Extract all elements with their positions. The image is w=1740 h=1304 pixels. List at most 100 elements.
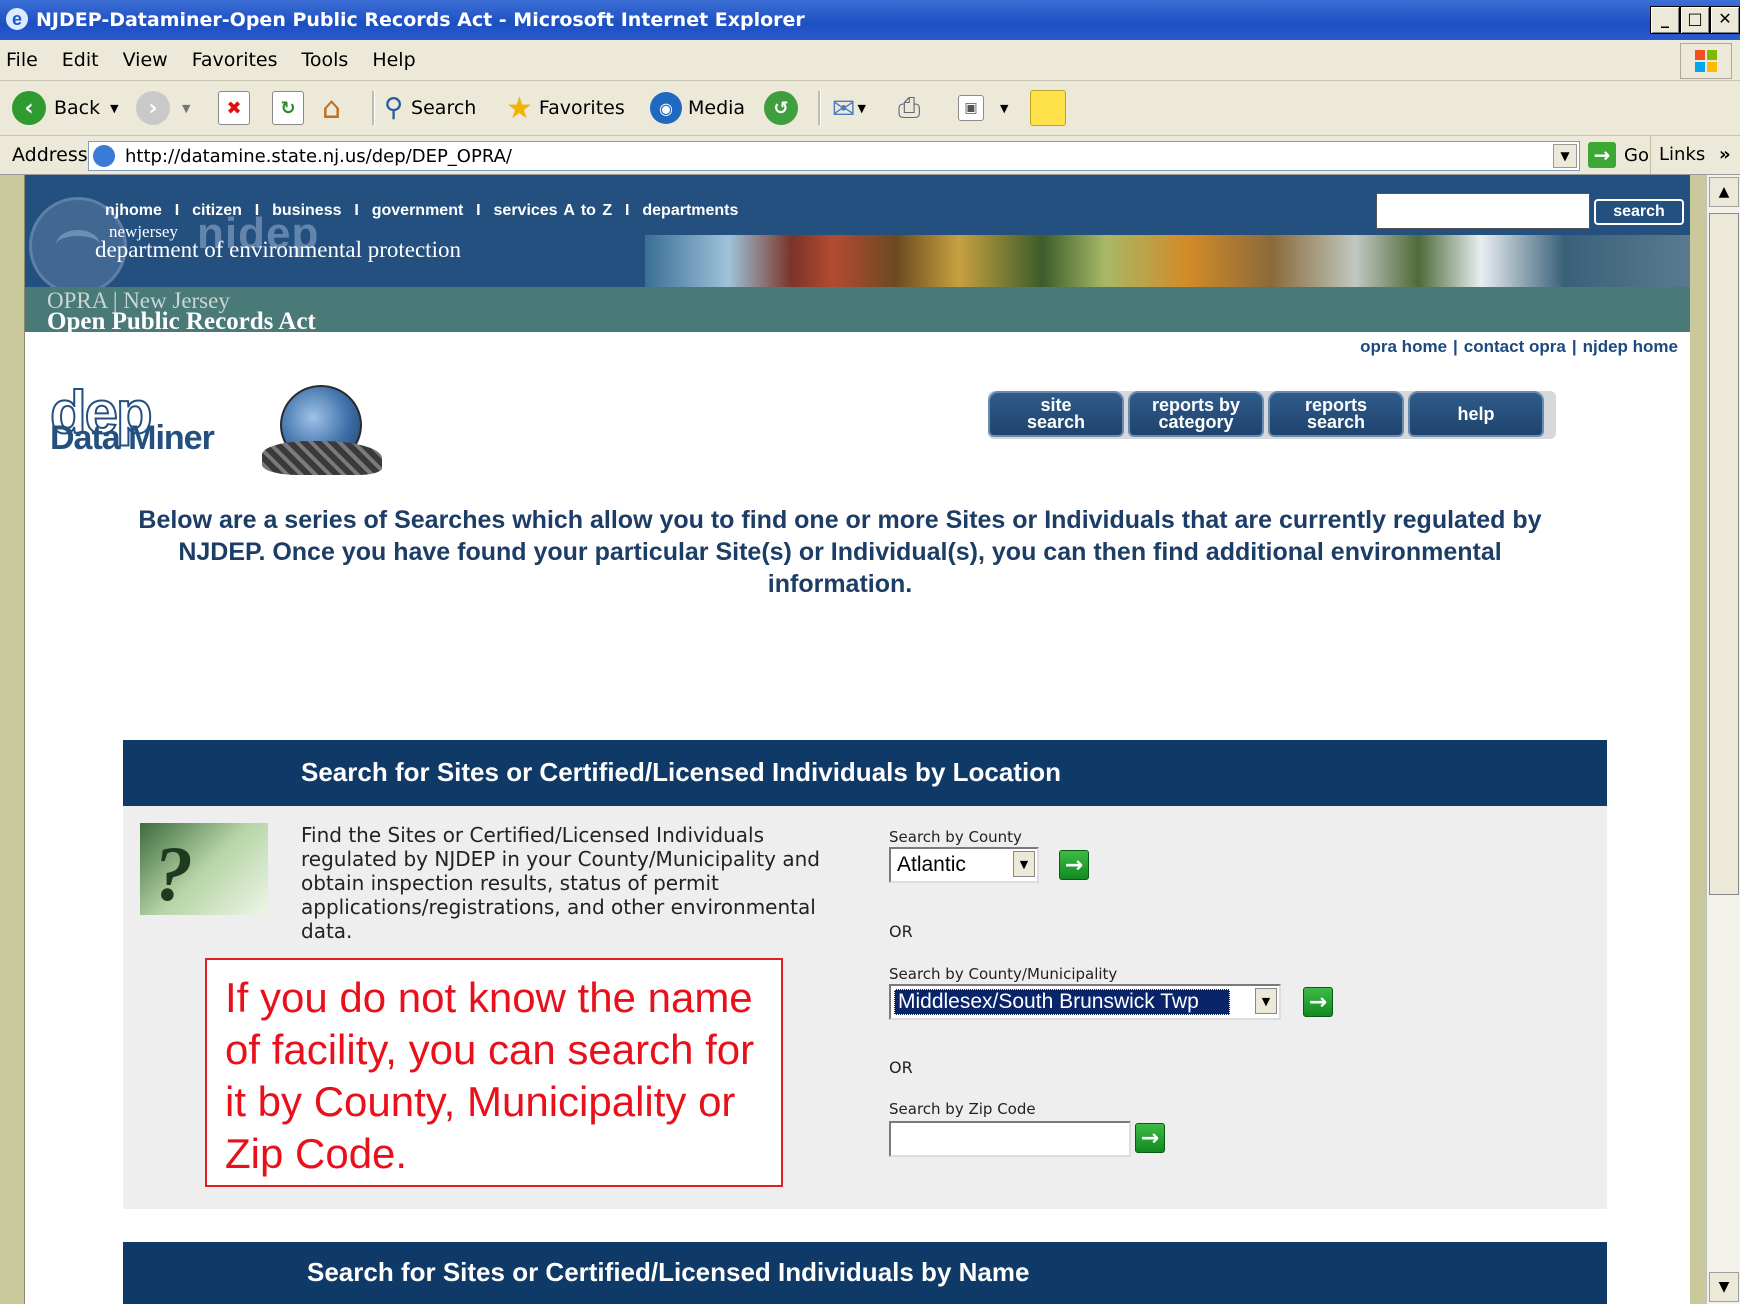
dataminer-logo: dep Data Miner [49,382,390,485]
chevron-down-icon: ▼ [1255,988,1277,1014]
forward-button[interactable]: › ▼ [136,88,190,128]
reports-by-category-button[interactable]: reports by category [1128,391,1264,437]
link-njdep-home[interactable]: njdep home [1583,337,1678,356]
search-button[interactable]: ⚲ Search [384,88,476,128]
toolbar-separator [372,91,375,125]
history-icon: ↺ [764,91,798,125]
media-label: Media [688,97,746,119]
print-icon: ⎙ [898,91,921,124]
note-icon [1030,90,1066,126]
page-icon [93,145,115,167]
vertical-scrollbar[interactable]: ▲ ▼ [1706,175,1740,1304]
links-more-icon: » [1718,144,1731,165]
page-content: njhome I citizen I business I government… [25,175,1690,1304]
forward-arrow-icon: › [136,91,170,125]
star-icon: ★ [506,90,533,126]
rocks-graphic [262,441,382,475]
history-button[interactable]: ↺ [764,88,798,128]
location-description: Find the Sites or Certified/Licensed Ind… [301,823,821,943]
zip-input[interactable] [889,1121,1131,1157]
search-icon: ⚲ [384,93,404,123]
question-arrow-icon: ? [140,823,268,917]
zip-label: Search by Zip Code [889,1100,1036,1118]
edit-button[interactable]: ▣ ▼ [958,88,1008,128]
county-select[interactable]: Atlantic ▼ [889,847,1039,883]
link-contact-opra[interactable]: contact opra [1464,337,1566,356]
menu-file[interactable]: File [0,40,50,80]
name-section-header: Search for Sites or Certified/Licensed I… [123,1242,1607,1304]
department-name: department of environmental protection [95,237,461,262]
home-button[interactable]: ⌂ [322,88,341,128]
page-frame-right [1690,175,1706,1304]
location-section-header: Search for Sites or Certified/Licensed I… [123,740,1607,806]
municipality-go-button[interactable]: → [1303,987,1333,1017]
site-search-button[interactable]: site search [988,391,1124,437]
go-button[interactable]: → Go [1588,142,1649,168]
menu-bar: File Edit View Favorites Tools Help [0,40,1740,81]
back-arrow-icon: ‹ [12,91,46,125]
go-arrow-icon: → [1588,142,1616,168]
edit-icon: ▣ [958,95,984,121]
back-button[interactable]: ‹ Back ▼ [12,88,119,128]
favorites-label: Favorites [538,97,625,119]
opra-title-line2: Open Public Records Act [47,308,316,335]
links-label: Links [1659,144,1706,165]
search-label: Search [411,97,477,119]
municipality-select[interactable]: Middlesex/South Brunswick Twp ▼ [889,984,1281,1020]
menu-help[interactable]: Help [360,40,427,80]
go-label: Go [1624,144,1649,166]
scroll-thumb[interactable] [1709,213,1739,895]
media-button[interactable]: ◉ Media [650,88,745,128]
county-go-button[interactable]: → [1059,850,1089,880]
close-button[interactable]: ✕ [1710,6,1740,34]
zip-go-button[interactable]: → [1135,1123,1165,1153]
windows-logo-icon [1680,43,1732,79]
refresh-button[interactable]: ↻ [272,88,304,128]
chevron-down-icon: ▼ [110,101,119,115]
notes-button[interactable] [1030,88,1066,128]
minimize-button[interactable]: _ [1650,6,1680,34]
address-url: http://datamine.state.nj.us/dep/DEP_OPRA… [125,146,512,167]
links-bar[interactable]: Links » [1650,136,1731,174]
chevron-down-icon: ▼ [857,101,866,115]
refresh-icon: ↻ [272,91,304,125]
help-button[interactable]: help [1408,391,1544,437]
banner-photo-strip [645,235,1690,287]
toolbar-separator [818,91,821,125]
top-links: opra home | contact opra | njdep home [1360,337,1678,356]
or-label-2: OR [889,1058,913,1077]
address-dropdown-icon[interactable]: ▼ [1553,144,1577,168]
county-select-value: Atlantic [897,853,966,876]
or-label-1: OR [889,922,913,941]
county-label: Search by County [889,828,1022,846]
window-title: NJDEP-Dataminer-Open Public Records Act … [36,9,805,31]
favorites-button[interactable]: ★ Favorites [506,88,625,128]
menu-edit[interactable]: Edit [50,40,111,80]
menu-tools[interactable]: Tools [290,40,361,80]
nj-search-button[interactable]: search [1594,199,1684,225]
chevron-down-icon: ▼ [182,101,191,115]
annotation-callout: If you do not know the name of facility,… [205,958,783,1187]
municipality-label: Search by County/Municipality [889,965,1118,983]
logo-dataminer-text: Data Miner [50,419,215,457]
stop-icon: ✖ [218,91,250,125]
reports-search-button[interactable]: reports search [1268,391,1404,437]
mail-button[interactable]: ✉ ▼ [832,88,866,128]
intro-text: Below are a series of Searches which all… [138,506,1542,598]
nav-button-group: site search reports by category reports … [988,391,1556,439]
maximize-button[interactable]: □ [1680,6,1710,34]
standard-toolbar: ‹ Back ▼ › ▼ ✖ ↻ ⌂ ⚲ Search ★ Favorites … [0,81,1740,136]
menu-view[interactable]: View [111,40,180,80]
scroll-up-icon[interactable]: ▲ [1709,177,1739,207]
menu-favorites[interactable]: Favorites [180,40,290,80]
address-label: Address [12,144,88,166]
mail-icon: ✉ [832,91,856,125]
ie-icon: e [6,8,28,30]
scroll-down-icon[interactable]: ▼ [1709,1272,1739,1302]
link-opra-home[interactable]: opra home [1360,337,1447,356]
name-section-title: Search for Sites or Certified/Licensed I… [307,1257,1030,1287]
address-input[interactable]: http://datamine.state.nj.us/dep/DEP_OPRA… [88,141,1580,171]
print-button[interactable]: ⎙ [898,88,920,128]
nj-search-input[interactable] [1376,193,1590,229]
stop-button[interactable]: ✖ [218,88,250,128]
